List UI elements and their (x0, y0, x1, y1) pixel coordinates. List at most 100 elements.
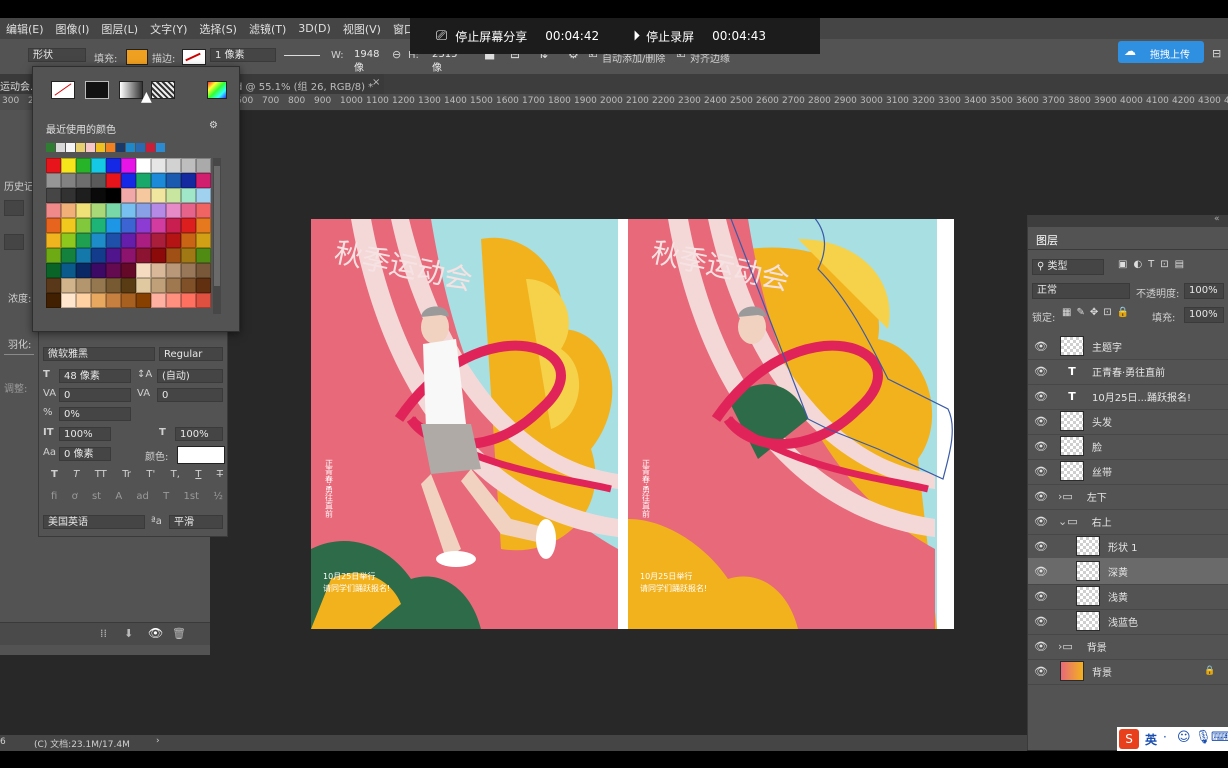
color-swatch[interactable] (76, 158, 91, 173)
opacity-field[interactable]: 100% (1184, 283, 1224, 299)
color-swatch[interactable] (166, 263, 181, 278)
stop-share-button[interactable]: 停止屏幕分享 (455, 28, 527, 45)
color-swatch[interactable] (196, 188, 211, 203)
color-swatch[interactable] (106, 263, 121, 278)
color-swatch[interactable] (121, 158, 136, 173)
color-swatch[interactable] (76, 248, 91, 263)
color-swatch[interactable] (46, 278, 61, 293)
color-swatch[interactable] (151, 173, 166, 188)
color-swatch[interactable] (181, 233, 196, 248)
pattern-icon[interactable] (151, 81, 175, 99)
filter-type-icons[interactable]: ▣◐T⊡▤ (1118, 259, 1190, 270)
subscript-button[interactable]: T, (171, 469, 180, 480)
color-swatch[interactable] (166, 203, 181, 218)
eye-icon[interactable]: 👁 (1028, 665, 1054, 678)
recent-color-swatch[interactable] (76, 143, 85, 152)
color-swatch[interactable] (76, 278, 91, 293)
menu-edit[interactable]: 编辑(E) (0, 21, 50, 37)
faux-bold-button[interactable]: T (51, 469, 58, 480)
ime-language[interactable]: 英 (1145, 731, 1157, 748)
color-swatch[interactable] (91, 203, 106, 218)
color-swatch[interactable] (181, 263, 196, 278)
layer-row[interactable]: 👁 浅蓝色 (1028, 608, 1228, 635)
stroke-type-icon[interactable] (284, 55, 320, 56)
color-swatch[interactable] (151, 233, 166, 248)
color-swatch[interactable] (121, 248, 136, 263)
panel-toggle-icon[interactable]: ⊟ (1212, 47, 1221, 60)
width-field[interactable]: 1948 像 (350, 48, 390, 74)
color-swatch[interactable] (91, 158, 106, 173)
eye-icon[interactable]: 👁 (1028, 465, 1054, 478)
trash-icon[interactable]: 🗑 (172, 627, 186, 640)
upload-button[interactable]: ☁ 拖拽上传 (1118, 41, 1204, 63)
color-swatch[interactable] (46, 293, 61, 308)
tab-document[interactable]: d @ 55.1% (组 26, RGB/8) * × (232, 74, 384, 94)
eye-icon[interactable]: 👁 (1028, 615, 1054, 628)
recent-color-swatch[interactable] (116, 143, 125, 152)
tab-left[interactable]: 运动会.p (0, 74, 40, 94)
faux-italic-button[interactable]: T (73, 469, 79, 480)
color-swatch[interactable] (166, 248, 181, 263)
recent-color-swatch[interactable] (86, 143, 95, 152)
color-swatch[interactable] (151, 248, 166, 263)
color-swatch[interactable] (136, 233, 151, 248)
layer-row[interactable]: 👁 脸 (1028, 433, 1228, 460)
menu-filter[interactable]: 滤镜(T) (243, 21, 292, 37)
layer-row[interactable]: 👁 T 正青春·勇往直前 (1028, 358, 1228, 385)
fill-field[interactable]: 100% (1184, 307, 1224, 323)
color-swatch[interactable] (196, 203, 211, 218)
menu-view[interactable]: 视图(V) (337, 21, 387, 37)
color-swatch[interactable] (91, 188, 106, 203)
color-swatch[interactable] (76, 173, 91, 188)
color-swatch[interactable] (151, 188, 166, 203)
recent-color-swatch[interactable] (56, 143, 65, 152)
color-swatch[interactable] (121, 173, 136, 188)
blend-mode-select[interactable]: 正常 (1032, 283, 1130, 299)
swash-button[interactable]: A (115, 491, 122, 502)
color-swatch[interactable] (181, 248, 196, 263)
color-swatch[interactable] (106, 233, 121, 248)
color-swatch[interactable] (46, 188, 61, 203)
color-swatch[interactable] (181, 218, 196, 233)
color-swatch[interactable] (196, 263, 211, 278)
superscript-button[interactable]: T' (146, 469, 155, 480)
color-swatch[interactable] (196, 218, 211, 233)
color-swatch[interactable] (151, 263, 166, 278)
chevron-right-icon[interactable]: › (156, 736, 160, 746)
color-swatch[interactable] (166, 278, 181, 293)
color-swatch[interactable] (181, 173, 196, 188)
stop-record-button[interactable]: 停止录屏 (646, 28, 694, 45)
color-swatch[interactable] (121, 293, 136, 308)
layer-row[interactable]: 👁 深黄 (1028, 558, 1228, 585)
color-swatch[interactable] (76, 203, 91, 218)
color-swatch[interactable] (121, 203, 136, 218)
font-family-select[interactable]: 微软雅黑 (43, 347, 155, 361)
color-swatch[interactable] (46, 248, 61, 263)
stylistic-alt-button[interactable]: ad (136, 491, 148, 502)
color-swatch[interactable] (61, 248, 76, 263)
horizontal-scale-field[interactable]: 100% (175, 427, 223, 441)
color-swatch[interactable] (166, 233, 181, 248)
color-swatch[interactable] (136, 218, 151, 233)
color-swatch[interactable] (91, 233, 106, 248)
eye-icon[interactable]: 👁 (1028, 365, 1054, 378)
color-swatch[interactable] (106, 173, 121, 188)
color-swatch[interactable] (61, 233, 76, 248)
color-swatch[interactable] (181, 293, 196, 308)
eye-icon[interactable]: 👁 (1028, 515, 1054, 528)
swatch-scrollbar[interactable] (213, 158, 221, 314)
snapshot-icon[interactable] (4, 200, 24, 216)
menu-layer[interactable]: 图层(L) (95, 21, 144, 37)
color-swatch[interactable] (76, 293, 91, 308)
color-swatch[interactable] (151, 278, 166, 293)
color-swatch[interactable] (91, 293, 106, 308)
canvas-document[interactable]: 秋季运动会 正青春·勇往直前 10月25日举行 请同学们踊跃报名! 秋季运动会 … (311, 219, 954, 629)
shape-mode-select[interactable]: 形状 (28, 48, 86, 62)
emoji-icon[interactable]: ☺ (1177, 730, 1191, 745)
color-swatch[interactable] (106, 293, 121, 308)
brush-icon[interactable] (4, 234, 24, 250)
color-swatch[interactable] (166, 218, 181, 233)
color-swatch[interactable] (136, 173, 151, 188)
stroke-size-select[interactable]: 1 像素 (210, 48, 276, 62)
discretionary-ligature-button[interactable]: st (92, 491, 101, 502)
